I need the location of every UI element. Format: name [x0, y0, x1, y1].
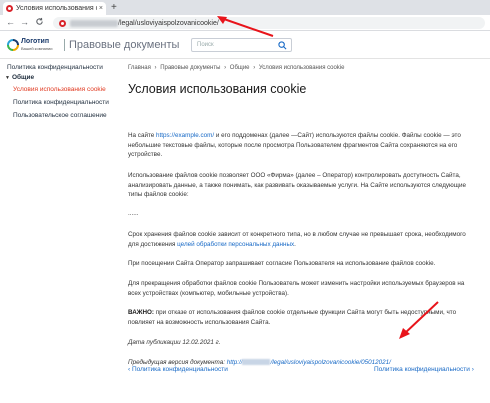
breadcrumb-sep: › — [224, 65, 227, 71]
browser-tab[interactable]: Условия использования cookie × — [3, 2, 106, 15]
page-title: Условия использования cookie — [128, 82, 307, 96]
site-link[interactable]: https://example.com/ — [156, 132, 214, 139]
search-input[interactable]: Поиск — [191, 38, 292, 52]
paragraph-ellipsis: ...... — [128, 210, 139, 217]
breadcrumb-current: Условия использования cookie — [258, 65, 345, 71]
chevron-left-icon: ‹ — [128, 366, 131, 373]
reload-button[interactable] — [35, 17, 44, 29]
retention-text-b: . — [294, 240, 296, 248]
breadcrumb: Главная › Правовые документы › Общие › У… — [128, 65, 346, 71]
breadcrumb-general[interactable]: Общие — [230, 65, 250, 71]
company-logo[interactable]: Логотип Вашей компании — [7, 38, 59, 52]
caret-down-icon: ▼ — [5, 75, 10, 81]
close-tab-icon[interactable]: × — [99, 5, 103, 12]
previous-version-label: Предыдущая версия документа: — [128, 359, 227, 366]
important-label: ВАЖНО: — [128, 309, 155, 316]
logo-mark-icon — [7, 39, 19, 51]
prev-page-link[interactable]: ‹ Политика конфиденциальности — [128, 366, 228, 373]
paragraph-consent: При посещении Сайта Оператор запрашивает… — [128, 260, 436, 267]
paragraph-usage: Использование файлов cookie позволяет ОО… — [128, 172, 466, 198]
paragraph-disable: Для прекращения обработки файлов cookie … — [128, 280, 465, 297]
next-page-label: Политика конфиденциальности — [374, 366, 470, 373]
sidebar: Политика конфиденциальности ▼ Общие Услов… — [0, 59, 120, 403]
prev-link-path: /legal/usloviyaispolzovanicookie/0501202… — [270, 359, 391, 366]
next-page-link[interactable]: Политика конфиденциальности › — [374, 366, 474, 373]
address-url: /legal/usloviyaispolzovanicookie/ — [118, 19, 219, 27]
breadcrumb-sep: › — [253, 65, 256, 71]
prev-link-scheme: http:// — [226, 359, 243, 366]
sidebar-group-general[interactable]: ▼ Общие — [5, 74, 34, 81]
logo-name: Логотип — [21, 38, 50, 45]
redacted-domain — [70, 19, 118, 27]
breadcrumb-legal-docs[interactable]: Правовые документы — [160, 65, 220, 71]
search-icon[interactable] — [278, 41, 287, 50]
main-content: Главная › Правовые документы › Общие › У… — [128, 59, 484, 403]
logo-subtitle: Вашей компании — [21, 46, 53, 51]
browser-tab-strip: Условия использования cookie × + — [0, 0, 490, 15]
breadcrumb-sep: › — [154, 65, 157, 71]
redacted-domain — [242, 359, 271, 365]
forward-button[interactable]: → — [20, 17, 29, 28]
site-title: Правовые документы — [69, 39, 180, 51]
sidebar-item-cookie-terms[interactable]: Условия использования cookie — [13, 86, 106, 93]
sidebar-item-privacy[interactable]: Политика конфиденциальности — [13, 99, 109, 106]
site-favicon-icon — [6, 5, 13, 12]
back-button[interactable]: ← — [6, 17, 15, 28]
paragraph-intro: На сайте https://example.com/ и его подд… — [128, 131, 478, 160]
intro-text-a: На сайте — [128, 132, 157, 139]
sidebar-group-label: Общие — [11, 74, 35, 81]
search-placeholder: Поиск — [197, 42, 214, 48]
site-info-icon[interactable] — [59, 19, 66, 27]
sidebar-item-privacy-top[interactable]: Политика конфиденциальности — [7, 64, 103, 71]
reload-icon — [36, 17, 43, 25]
tab-title: Условия использования cookie — [16, 5, 97, 12]
data-purposes-link[interactable]: целей обработки персональных данных — [177, 241, 294, 248]
new-tab-button[interactable]: + — [111, 2, 117, 13]
sidebar-item-user-agreement[interactable]: Пользовательское соглашение — [13, 112, 107, 119]
chevron-right-icon: › — [471, 366, 474, 373]
header-divider — [64, 39, 65, 51]
prev-page-label: Политика конфиденциальности — [131, 366, 228, 373]
previous-version-link[interactable]: http:// /legal/usloviyaispolzovanicookie/… — [227, 359, 391, 366]
publication-date-text: Дата публикации 12.02.2021 г. — [128, 339, 221, 346]
breadcrumb-home[interactable]: Главная — [128, 65, 151, 71]
annotation-arrow-icon — [399, 301, 439, 339]
paragraph-retention: Срок хранения файлов cookie зависит от к… — [128, 230, 478, 249]
annotation-arrow-icon — [217, 16, 274, 37]
